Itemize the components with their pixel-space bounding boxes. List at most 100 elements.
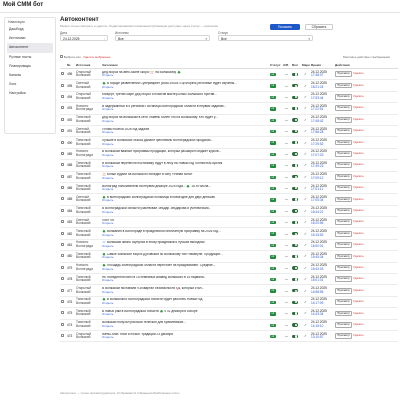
- open-link[interactable]: Открыть: [102, 221, 113, 225]
- delete-button[interactable]: Удалить: [353, 333, 364, 337]
- view-button[interactable]: Просмотр: [335, 128, 353, 135]
- delete-button[interactable]: Удалить: [353, 128, 364, 132]
- row-checkbox[interactable]: [61, 94, 64, 98]
- row-checkbox[interactable]: [61, 254, 64, 258]
- delete-button[interactable]: Удалить: [353, 83, 364, 87]
- row-checkbox[interactable]: [61, 163, 64, 167]
- delete-button[interactable]: Удалить: [353, 94, 364, 98]
- open-link[interactable]: Открыть: [102, 324, 113, 328]
- view-button[interactable]: Просмотр: [335, 185, 353, 191]
- open-link[interactable]: Открыть: [102, 301, 113, 305]
- view-button[interactable]: Просмотр: [335, 264, 353, 271]
- reset-button[interactable]: Сбросить: [305, 24, 333, 30]
- enable-toggle[interactable]: [292, 255, 298, 259]
- view-button[interactable]: Просмотр: [335, 287, 353, 294]
- delete-button[interactable]: Удалить: [353, 185, 364, 189]
- enable-toggle[interactable]: [292, 220, 298, 225]
- open-link[interactable]: Открыть: [102, 96, 113, 100]
- enable-toggle[interactable]: [292, 141, 298, 145]
- sidebar-item[interactable]: Дашборд: [7, 25, 53, 34]
- view-button[interactable]: Просмотр: [335, 94, 353, 100]
- delete-button[interactable]: Удалить: [353, 276, 364, 280]
- delete-button[interactable]: Удалить: [353, 174, 364, 178]
- enable-toggle[interactable]: [292, 311, 298, 316]
- status-select[interactable]: Все ▾: [218, 35, 313, 41]
- sidebar-item[interactable]: Ручные посты: [7, 53, 53, 62]
- row-checkbox[interactable]: [61, 106, 64, 110]
- open-link[interactable]: Открыть: [102, 267, 113, 271]
- enable-toggle[interactable]: [292, 323, 298, 327]
- row-checkbox[interactable]: [61, 197, 64, 201]
- open-link[interactable]: Открыть: [102, 130, 113, 134]
- sidebar-item[interactable]: Каналы: [7, 71, 53, 80]
- enable-toggle[interactable]: [292, 300, 298, 304]
- select-all-label[interactable]: Выбрать все: [64, 55, 81, 59]
- open-link[interactable]: Открыть: [102, 187, 113, 191]
- open-link[interactable]: Открыть: [102, 107, 113, 112]
- row-checkbox[interactable]: [61, 220, 64, 224]
- delete-button[interactable]: Удалить: [353, 219, 364, 223]
- view-button[interactable]: Просмотр: [335, 299, 353, 305]
- view-button[interactable]: Просмотр: [335, 116, 353, 123]
- row-checkbox[interactable]: [61, 83, 64, 87]
- delete-button[interactable]: Удалить: [353, 322, 364, 326]
- row-checkbox[interactable]: [61, 231, 64, 235]
- select-all-checkbox[interactable]: [60, 55, 63, 58]
- enable-toggle[interactable]: [292, 289, 298, 293]
- row-checkbox[interactable]: [61, 334, 64, 338]
- delete-button[interactable]: Удалить: [353, 231, 364, 235]
- delete-button[interactable]: Удалить: [353, 71, 364, 75]
- view-button[interactable]: Просмотр: [335, 333, 353, 340]
- view-button[interactable]: Просмотр: [335, 310, 353, 317]
- open-link[interactable]: Открыть: [102, 176, 113, 180]
- row-checkbox[interactable]: [61, 117, 64, 121]
- row-checkbox[interactable]: [61, 174, 64, 178]
- view-button[interactable]: Просмотр: [335, 162, 353, 169]
- view-button[interactable]: Просмотр: [335, 151, 353, 157]
- view-button[interactable]: Просмотр: [335, 321, 353, 328]
- enable-toggle[interactable]: [292, 243, 298, 247]
- row-checkbox[interactable]: [61, 186, 64, 190]
- enable-toggle[interactable]: [292, 198, 298, 202]
- open-link[interactable]: Открыть: [102, 73, 113, 77]
- enable-toggle[interactable]: [292, 84, 298, 88]
- delete-button[interactable]: Удалить: [353, 208, 364, 212]
- open-link[interactable]: Открыть: [102, 142, 113, 146]
- enable-toggle[interactable]: [292, 106, 298, 111]
- delete-button[interactable]: Удалить: [353, 299, 364, 303]
- row-checkbox[interactable]: [61, 277, 64, 281]
- row-checkbox[interactable]: [61, 300, 64, 303]
- view-button[interactable]: Просмотр: [335, 219, 353, 226]
- delete-button[interactable]: Удалить: [353, 254, 364, 258]
- delete-button[interactable]: Удалить: [353, 117, 364, 121]
- view-button[interactable]: Просмотр: [335, 82, 353, 89]
- delete-button[interactable]: Удалить: [353, 105, 364, 109]
- open-link[interactable]: Открыть: [102, 198, 113, 203]
- view-button[interactable]: Просмотр: [335, 253, 353, 260]
- view-button[interactable]: Просмотр: [335, 71, 353, 78]
- row-checkbox[interactable]: [61, 72, 64, 76]
- sidebar-item[interactable]: Логи: [7, 80, 53, 89]
- date-input[interactable]: 24.12.2025 ▫: [60, 35, 108, 41]
- delete-selected-button[interactable]: Удалить выбранные: [83, 55, 110, 59]
- row-checkbox[interactable]: [61, 288, 64, 292]
- enable-toggle[interactable]: [292, 232, 298, 236]
- enable-toggle[interactable]: [292, 209, 298, 213]
- row-checkbox[interactable]: [61, 311, 64, 315]
- open-link[interactable]: Открыть: [102, 278, 113, 282]
- sidebar-item[interactable]: Планировщик: [7, 62, 53, 71]
- view-button[interactable]: Просмотр: [335, 139, 353, 146]
- open-link[interactable]: Открыть: [102, 119, 113, 123]
- row-checkbox[interactable]: [61, 151, 64, 155]
- open-link[interactable]: Открыть: [102, 164, 113, 169]
- enable-toggle[interactable]: [292, 266, 298, 270]
- row-checkbox[interactable]: [61, 243, 64, 247]
- delete-button[interactable]: Удалить: [353, 140, 364, 144]
- source-select[interactable]: Все ▾: [115, 35, 210, 41]
- row-checkbox[interactable]: [61, 322, 64, 326]
- open-link[interactable]: Открыть: [102, 290, 113, 294]
- open-link[interactable]: Открыть: [102, 85, 113, 89]
- enable-toggle[interactable]: [292, 163, 298, 168]
- open-link[interactable]: Открыть: [102, 153, 113, 157]
- sidebar-item[interactable]: Автоконтент: [7, 43, 53, 53]
